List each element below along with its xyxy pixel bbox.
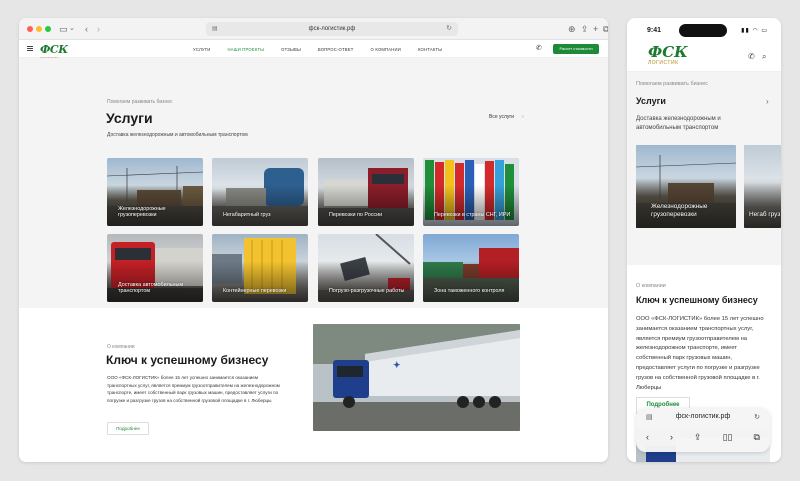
nav-item-services[interactable]: Услуги [193, 47, 210, 52]
signal-wifi-battery-icon: ▮▮ ◠ ▭ [741, 28, 768, 34]
phone-icon[interactable]: ✆ [536, 44, 542, 52]
mobile-site-header: ФСК ЛОГИСТИК ✆ ⌕ [627, 42, 781, 72]
about-title: Ключ к успешному бизнесу [636, 295, 758, 305]
services-eyebrow: Помогаем развивать бизнес [636, 81, 709, 87]
service-card-auto[interactable]: Доставка автомобильным транспортом [107, 234, 203, 302]
main-nav: Услуги Наши проекты Отзывы Вопрос-ответ … [193, 40, 442, 58]
card-overlay [212, 185, 308, 226]
all-services-label: Все услуги [489, 114, 514, 120]
service-card-label: Железнодорожные грузоперевозки [118, 206, 166, 218]
service-card-container[interactable]: Контейнерные перевозки [212, 234, 308, 302]
service-card-russia[interactable]: Перевозки по России [318, 158, 414, 226]
status-bar: 9:41 ▮▮ ◠ ▭ [627, 18, 781, 42]
mobile-address-bar[interactable]: фск-логистик.рф [636, 413, 770, 420]
back-arrow-icon[interactable]: ‹ [646, 432, 649, 443]
truck-trailer-image: ✦ [313, 324, 520, 431]
service-card-label: Контейнерные перевозки [223, 288, 287, 294]
service-card-label: Негабаритный груз [223, 212, 271, 218]
new-tab-icon[interactable]: + [593, 23, 598, 35]
share-icon[interactable]: ⇪ [694, 432, 702, 443]
card-overlay [744, 178, 781, 228]
about-text: ООО «ФСК-ЛОГИСТИК» более 15 лет успешно … [636, 316, 764, 391]
card-overlay [212, 261, 308, 302]
mobile-service-card-oversized[interactable]: Негаб груз [744, 145, 781, 228]
logo-mark: ФСК [648, 43, 688, 61]
about-text: ООО «ФСК-ЛОГИСТИК» более 15 лет успешно … [107, 375, 280, 403]
browser-toolbar: ▭ ⌄ ‹ › ▤ фск-логистик.рф ↻ ⊕ ⇪ + ⧉ [19, 18, 608, 40]
card-overlay [318, 261, 414, 302]
logo-subtitle: ЛОГИСТИК [648, 60, 679, 66]
service-card-label: Перевозки в страны СНГ, ИРИ [434, 212, 511, 218]
menu-icon[interactable] [27, 46, 33, 51]
service-card-cis[interactable]: Перевозки в страны СНГ, ИРИ [423, 158, 519, 226]
dynamic-island [679, 24, 727, 37]
nav-item-contacts[interactable]: Контакты [418, 47, 442, 52]
services-eyebrow: Помогаем развивать бизнес [107, 99, 173, 105]
forward-arrow-icon[interactable]: › [670, 432, 673, 443]
services-title: Услуги [106, 110, 153, 126]
service-card-label: Перевозки по России [329, 212, 383, 218]
status-time: 9:41 [647, 27, 662, 34]
mobile-phone-frame: 9:41 ▮▮ ◠ ▭ ФСК ЛОГИСТИК ✆ ⌕ Помогаем ра… [627, 18, 781, 462]
service-card-label: Доставка автомобильным транспортом [118, 282, 184, 294]
about-eyebrow: О компании [636, 283, 666, 289]
mobile-site-logo[interactable]: ФСК ЛОГИСТИК [648, 45, 688, 66]
chevron-right-icon[interactable]: › [766, 97, 769, 106]
nav-item-reviews[interactable]: Отзывы [281, 47, 301, 52]
card-overlay [318, 185, 414, 226]
all-services-link[interactable]: Все услуги › [489, 114, 524, 120]
share-icon[interactable]: ⇪ [581, 23, 589, 35]
service-card-customs[interactable]: Зона таможенного контроля [423, 234, 519, 302]
services-description: Доставка железнодорожным и автомобильным… [107, 132, 248, 138]
services-section: Помогаем развивать бизнес Услуги Доставк… [19, 58, 608, 325]
nav-item-about[interactable]: О компании [371, 47, 401, 52]
service-card-railway[interactable]: Железнодорожные грузоперевозки [107, 158, 203, 226]
minimize-window-button[interactable] [36, 26, 42, 32]
sidebar-toggle-icon[interactable]: ▭ [59, 23, 68, 35]
site-header: ФСК ЛОГИСТИК Услуги Наши проекты Отзывы … [19, 40, 608, 60]
calculate-cost-button[interactable]: Расчет стоимости [553, 44, 599, 54]
address-bar[interactable]: ▤ фск-логистик.рф ↻ [206, 22, 458, 36]
forward-arrow-icon[interactable]: › [97, 23, 100, 35]
chevron-right-icon: › [521, 114, 524, 120]
service-card-label: Железнодорожные грузоперевозки [651, 203, 708, 218]
search-icon[interactable]: ⌕ [762, 52, 766, 62]
back-arrow-icon[interactable]: ‹ [85, 23, 88, 35]
reload-icon[interactable]: ↻ [446, 22, 452, 36]
address-bar-url: фск-логистик.рф [308, 26, 356, 32]
service-card-label: Негаб груз [749, 210, 781, 218]
download-icon[interactable]: ⊕ [568, 23, 576, 35]
nav-item-faq[interactable]: Вопрос-ответ [318, 47, 354, 52]
about-section: О компании Ключ к успешному бизнесу ООО … [19, 308, 608, 445]
service-card-label: Погрузо-разгрузочные работы [329, 288, 405, 294]
phone-icon[interactable]: ✆ [748, 52, 755, 61]
tabs-icon[interactable]: ⧉ [754, 432, 760, 443]
service-card-oversized[interactable]: Негабаритный груз [212, 158, 308, 226]
svg-text:✦: ✦ [393, 360, 401, 370]
about-title: Ключ к успешному бизнесу [106, 353, 269, 367]
service-card-label: Зона таможенного контроля [434, 288, 505, 294]
card-overlay [423, 261, 519, 302]
mobile-services-section: Помогаем развивать бизнес Услуги › Доста… [627, 72, 781, 265]
about-eyebrow: О компании [107, 344, 135, 350]
service-card-loading[interactable]: Погрузо-разгрузочные работы [318, 234, 414, 302]
nav-item-projects[interactable]: Наши проекты [227, 47, 264, 52]
chevron-down-icon[interactable]: ⌄ [69, 23, 75, 35]
zoom-window-button[interactable] [45, 26, 51, 32]
services-title: Услуги [636, 96, 666, 106]
logo-mark: ФСК [40, 43, 68, 56]
bookmarks-icon[interactable]: ▯▯ [723, 432, 733, 443]
services-description: Доставка железнодорожным и автомобильным… [636, 116, 721, 131]
mobile-service-card-railway[interactable]: Железнодорожные грузоперевозки [636, 145, 736, 228]
card-overlay [423, 185, 519, 226]
close-window-button[interactable] [27, 26, 33, 32]
reload-icon[interactable]: ↻ [754, 413, 760, 421]
about-truck-photo: ✦ [313, 324, 520, 431]
tabs-overview-icon[interactable]: ⧉ [603, 23, 608, 35]
safari-bottom-bar: ▤ фск-логистик.рф ↻ ‹ › ⇪ ▯▯ ⧉ [636, 408, 770, 452]
about-more-button[interactable]: Подробнее [107, 422, 149, 435]
desktop-browser-window: ▭ ⌄ ‹ › ▤ фск-логистик.рф ↻ ⊕ ⇪ + ⧉ ФСК … [19, 18, 608, 462]
page-icon: ▤ [212, 26, 218, 32]
safari-toolbar: ‹ › ⇪ ▯▯ ⧉ [646, 432, 760, 443]
